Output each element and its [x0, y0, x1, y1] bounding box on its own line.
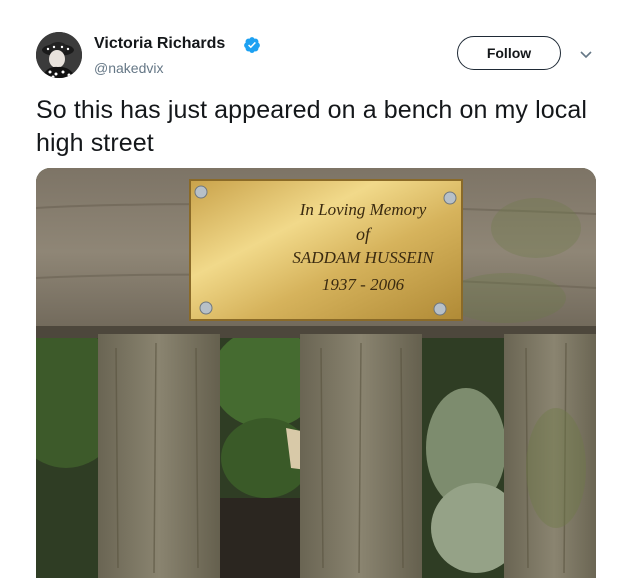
author-display-name[interactable]: Victoria Richards	[94, 35, 225, 53]
author-handle[interactable]: @nakedvix	[94, 60, 163, 76]
avatar[interactable]	[36, 32, 82, 78]
tweet-photo[interactable]: In Loving Memory of SADDAM HUSSEIN 1937 …	[36, 168, 596, 578]
plaque-line-2: of	[355, 224, 370, 244]
plaque-line-3: SADDAM HUSSEIN	[292, 248, 434, 267]
plaque-line-1: In Loving Memory	[299, 200, 427, 219]
plaque-line-4: 1937 - 2006	[321, 275, 405, 294]
follow-button[interactable]: Follow	[457, 36, 561, 70]
verified-badge-icon	[243, 36, 261, 54]
tweet-text: So this has just appeared on a bench on …	[36, 96, 587, 157]
chevron-down-icon[interactable]	[578, 46, 594, 62]
